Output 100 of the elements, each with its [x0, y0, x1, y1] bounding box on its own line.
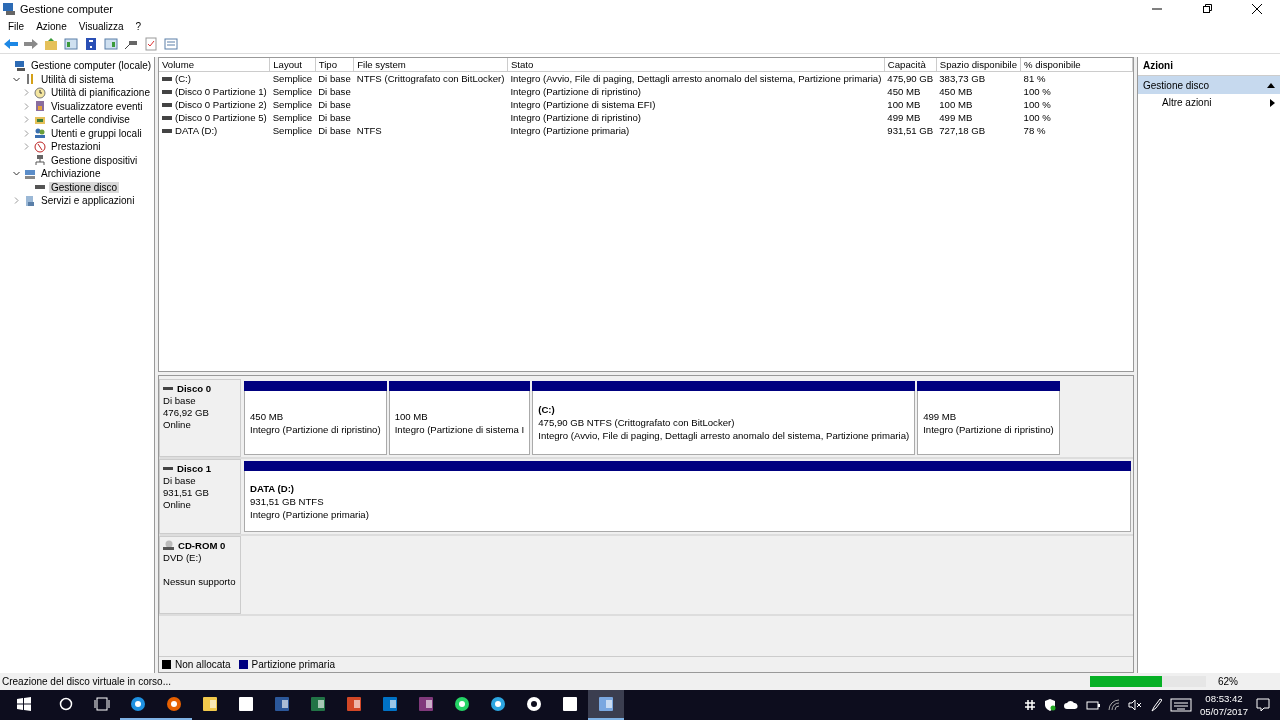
table-cell: 450 MB [887, 86, 921, 97]
table-cell: Semplice [272, 73, 313, 84]
table-cell: 100 MB [939, 99, 973, 110]
action-item[interactable]: Altre azioni [1138, 94, 1280, 111]
services-icon [24, 194, 36, 207]
progress-reading: 62% [1218, 676, 1239, 687]
app-icon [598, 696, 614, 712]
table-cell: DATA (D:) [175, 125, 218, 137]
collapse-icon[interactable] [1267, 82, 1275, 88]
close-icon [1252, 4, 1262, 14]
tree-item[interactable]: Prestazioni [49, 141, 103, 153]
chevron-icon[interactable] [13, 170, 20, 178]
notification-icon[interactable] [1256, 698, 1270, 712]
tree-item[interactable]: Visualizzatore eventi [49, 100, 145, 112]
column-header[interactable]: % disponibile [1020, 58, 1133, 72]
disk-type: Di base [163, 475, 197, 486]
app-icon [238, 696, 254, 712]
app-icon [274, 696, 290, 712]
column-header[interactable]: Tipo [315, 58, 354, 72]
column-header[interactable]: Capacità [884, 58, 937, 72]
actions-section[interactable]: Gestione disco [1138, 76, 1280, 94]
cloud-icon [1064, 700, 1078, 710]
tree-item[interactable]: Utilità di sistema [39, 73, 116, 85]
menu-item[interactable]: ? [135, 20, 142, 32]
menu-item[interactable]: File [8, 20, 25, 32]
menu-item[interactable]: Azione [36, 20, 67, 32]
shield-icon [1044, 699, 1056, 711]
taskbar-button[interactable] [588, 690, 624, 720]
submenu-arrow-icon [1270, 98, 1275, 107]
app-icon [130, 696, 146, 712]
column-header[interactable]: Stato [507, 58, 885, 72]
table-cell: NTFS (Crittografato con BitLocker) [356, 73, 505, 84]
table-cell: 931,51 GB [887, 125, 934, 136]
disk-name: Disco 1 [163, 463, 237, 474]
status-text: Creazione del disco virtuale in corso... [2, 676, 172, 687]
partition-panel[interactable]: 450 MB Integro (Partizione di ripristino) [244, 391, 387, 455]
disk-name: Disco 0 [163, 383, 237, 394]
table-cell: (Disco 0 Partizione 2) [175, 99, 267, 111]
menu-item[interactable]: Visualizza [78, 20, 124, 32]
tree-item[interactable]: Cartelle condivise [49, 114, 132, 126]
clock-time: 08:53:42 [1205, 693, 1243, 704]
partition-panel[interactable]: 100 MB Integro (Partizione di sistema I [388, 391, 531, 455]
table-cell: (C:) [175, 73, 191, 85]
partition-label: (C:) [538, 404, 556, 415]
column-header[interactable]: Layout [269, 58, 316, 72]
partition-size: 475,90 GB NTFS (Crittografato con BitLocker) [538, 417, 736, 428]
hash-icon [1024, 699, 1036, 711]
table-cell: 100 MB [887, 99, 921, 110]
table-cell: Semplice [272, 125, 313, 136]
tree-item[interactable]: Gestione dispositivi [49, 154, 140, 166]
tree-item[interactable]: Servizi e applicazioni [39, 195, 137, 207]
tree-item[interactable]: Gestione computer (locale) [29, 60, 154, 72]
panel-icon[interactable] [64, 36, 78, 51]
table-cell: 100 % [1023, 99, 1051, 110]
clock-date: 05/07/2017 [1200, 706, 1248, 717]
partition-size: 499 MB [923, 410, 958, 422]
partition-panel[interactable]: 499 MB Integro (Partizione di ripristino) [917, 391, 1060, 455]
disk-status: Online [163, 419, 192, 430]
task-view-icon [94, 697, 110, 711]
column-header[interactable]: File system [353, 58, 508, 72]
partition-status: Integro (Partizione primaria) [250, 508, 370, 520]
battery-icon [1086, 700, 1100, 710]
tree-item[interactable]: Archiviazione [39, 168, 103, 180]
table-cell: Di base [318, 112, 351, 123]
partition-panel[interactable]: (C:) 475,90 GB NTFS (Crittografato con BitLocker) Integro (Avvio, File di paging, Dettagli arresto anomalo del sistema, Partizione primaria) [532, 391, 916, 455]
disk-type: Di base [163, 395, 197, 406]
table-cell: 499 MB [887, 112, 921, 123]
keyboard-icon [1170, 698, 1192, 712]
table-cell: 383,73 GB [939, 73, 986, 84]
tools-icon [24, 73, 36, 86]
tree-item[interactable]: Utenti e gruppi locali [49, 127, 144, 139]
gauge-icon [34, 140, 46, 153]
folder-up-icon[interactable] [44, 36, 58, 51]
back-arrow-icon[interactable] [4, 37, 18, 50]
disk-size: 931,51 GB [163, 487, 210, 498]
checklist-icon[interactable] [144, 36, 158, 51]
device-icon [34, 154, 46, 167]
app-icon [202, 696, 218, 712]
tree-item[interactable]: Utilità di pianificazione [49, 87, 152, 99]
legend-label: Partizione primaria [251, 659, 335, 670]
restore-icon [1202, 4, 1212, 14]
partition-panel[interactable]: DATA (D:) 931,51 GB NTFS Integro (Partizione primaria) [244, 471, 1131, 532]
chevron-icon[interactable] [13, 75, 20, 83]
tree-item[interactable]: Gestione disco [49, 181, 120, 193]
table-cell: NTFS [356, 125, 382, 136]
clock-icon [34, 86, 46, 99]
drive-letter: DVD (E:) [163, 552, 203, 563]
app-icon [346, 696, 362, 712]
table-cell: 499 MB [939, 112, 973, 123]
panel-icon[interactable] [104, 36, 118, 51]
table-cell: Di base [318, 86, 351, 97]
table-cell: Di base [318, 125, 351, 136]
legend-label: Non allocata [175, 659, 231, 670]
disk-size: 476,92 GB [163, 407, 210, 418]
column-header[interactable]: Volume [159, 58, 270, 72]
forward-arrow-icon[interactable] [24, 37, 38, 50]
table-cell: Integro (Partizione di ripristino) [510, 112, 642, 123]
table-cell: 78 % [1023, 125, 1046, 136]
disk-name: CD-ROM 0 [163, 540, 237, 551]
column-header[interactable]: Spazio disponibile [936, 58, 1021, 72]
